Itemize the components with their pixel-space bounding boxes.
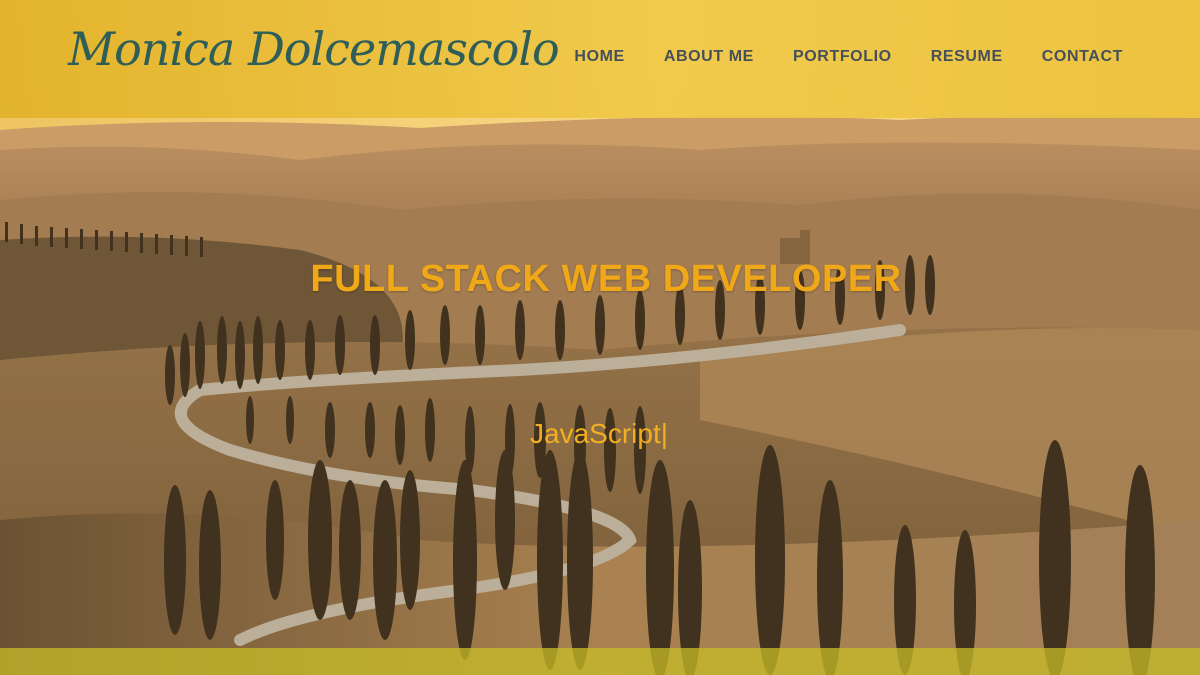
bottom-band <box>0 648 1200 675</box>
typed-text: JavaScript| <box>530 418 668 450</box>
nav-resume[interactable]: RESUME <box>931 48 1003 66</box>
nav-portfolio[interactable]: PORTFOLIO <box>793 48 892 66</box>
site-header: Monica Dolcemascolo HOME ABOUT ME PORTFO… <box>0 0 1200 118</box>
typed-word: JavaScript <box>530 418 661 449</box>
nav-contact[interactable]: CONTACT <box>1042 48 1123 66</box>
nav-home[interactable]: HOME <box>574 48 624 66</box>
main-nav: HOME ABOUT ME PORTFOLIO RESUME CONTACT <box>574 48 1123 66</box>
typing-cursor: | <box>660 418 668 449</box>
hero-title: FULL STACK WEB DEVELOPER <box>310 258 902 300</box>
nav-about-me[interactable]: ABOUT ME <box>664 48 754 66</box>
site-logo[interactable]: Monica Dolcemascolo <box>68 22 560 76</box>
